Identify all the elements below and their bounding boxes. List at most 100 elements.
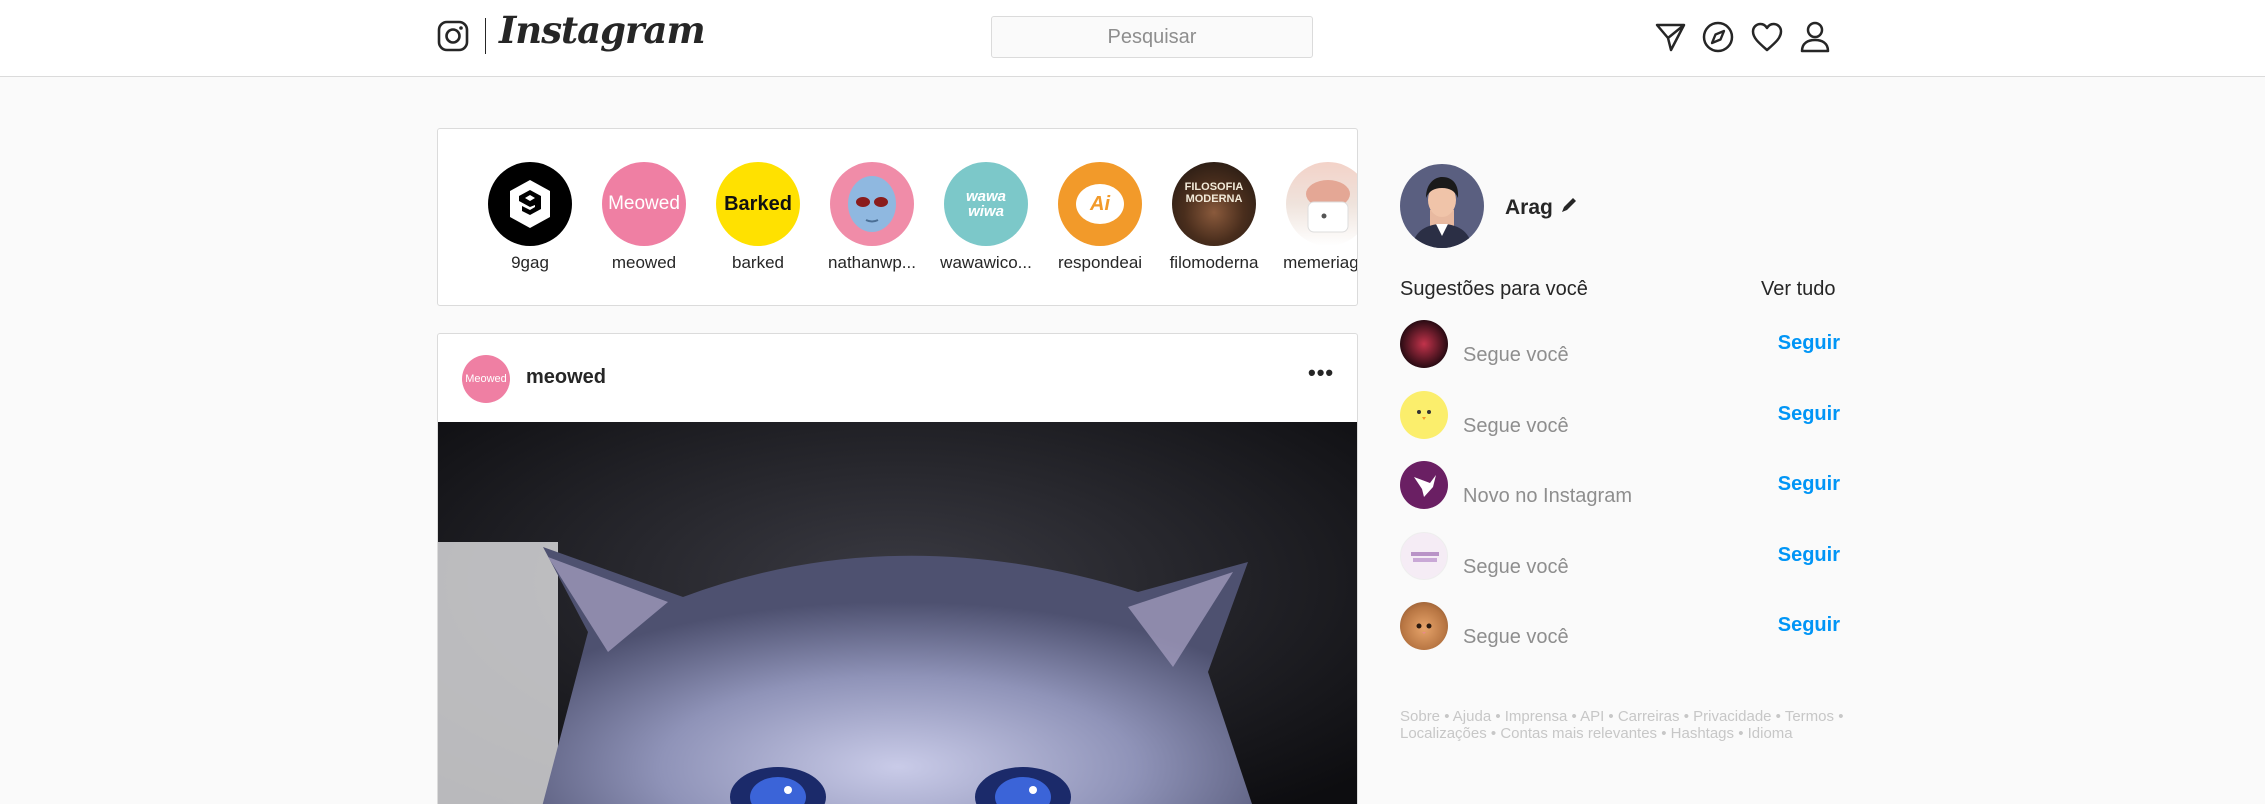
heart-icon[interactable] — [1749, 19, 1785, 55]
suggestion-row: Segue você Seguir — [1400, 320, 1840, 370]
suggestion-row: Novo no Instagram Seguir — [1400, 461, 1840, 511]
story-item[interactable]: nathanwp... — [815, 162, 929, 273]
footer-separator: • — [1486, 725, 1501, 742]
suggestion-reason: Segue você — [1463, 415, 1569, 437]
post-avatar[interactable]: Meowed — [462, 355, 510, 403]
profile-icon[interactable] — [1797, 19, 1833, 55]
story-item[interactable]: Ai respondeai — [1043, 162, 1157, 273]
suggestion-row: Segue você Seguir — [1400, 602, 1840, 652]
story-item[interactable]: Barked barked — [701, 162, 815, 273]
story-avatar[interactable]: FILOSOFIA MODERNA — [1172, 162, 1256, 246]
suggestion-avatar[interactable] — [1400, 461, 1448, 509]
story-username: meowed — [611, 253, 677, 272]
search-input[interactable]: Pesquisar — [991, 16, 1313, 58]
suggestion-avatar[interactable] — [1400, 532, 1448, 580]
footer-link[interactable]: Privacidade — [1693, 708, 1771, 725]
footer-link[interactable]: Contas mais relevantes — [1500, 725, 1657, 742]
suggestion-reason: Segue você — [1463, 626, 1569, 648]
instagram-wordmark[interactable]: Instagram — [499, 12, 706, 49]
9gag-logo-icon — [510, 180, 550, 228]
top-navigation-bar: Instagram Pesquisar — [0, 0, 2265, 77]
footer-separator: • — [1604, 708, 1618, 725]
footer-link[interactable]: Sobre — [1400, 708, 1440, 725]
footer-links: Sobre • Ajuda • Imprensa • API • Carreir… — [1400, 708, 1850, 742]
footer-link[interactable]: Ajuda — [1453, 708, 1491, 725]
story-username: filomoderna — [1169, 253, 1259, 272]
follow-button[interactable]: Seguir — [1778, 544, 1840, 567]
more-options-icon[interactable]: ••• — [1308, 360, 1334, 386]
avatar-text: Ai — [1090, 192, 1110, 215]
footer-link[interactable]: Localizações — [1400, 725, 1487, 742]
follow-button[interactable]: Seguir — [1778, 403, 1840, 426]
follow-button[interactable]: Seguir — [1778, 332, 1840, 355]
logo-divider — [485, 18, 486, 54]
text-logo-icon — [1411, 552, 1439, 562]
story-username: nathanwp... — [828, 253, 916, 272]
story-avatar[interactable]: Ai — [1058, 162, 1142, 246]
footer-link[interactable]: Termos — [1785, 708, 1834, 725]
story-username: respondeai — [1057, 253, 1143, 272]
story-username: 9gag — [511, 253, 549, 272]
chick-icon — [1417, 410, 1431, 420]
avatar-text: FILOSOFIA MODERNA — [1184, 181, 1244, 205]
footer-link[interactable]: API — [1580, 708, 1604, 725]
suggestion-reason: Segue você — [1463, 344, 1569, 366]
story-item[interactable]: memeriag... — [1271, 162, 1358, 273]
follow-button[interactable]: Seguir — [1778, 614, 1840, 637]
footer-separator: • — [1491, 708, 1505, 725]
story-item[interactable]: FILOSOFIA MODERNA filomoderna — [1157, 162, 1271, 273]
post-header: Meowed meowed ••• — [438, 334, 1357, 422]
speech-bubble-icon: Ai — [1076, 184, 1124, 224]
story-username: barked — [732, 253, 784, 272]
footer-separator: • — [1834, 708, 1844, 725]
avatar-text: Meowed — [608, 193, 680, 214]
story-item[interactable]: Meowed meowed — [587, 162, 701, 273]
post-image[interactable] — [438, 422, 1357, 804]
feed-post: Meowed meowed ••• — [437, 333, 1358, 804]
footer-link[interactable]: Idioma — [1748, 725, 1793, 742]
follow-button[interactable]: Seguir — [1778, 473, 1840, 496]
avatar-text: Meowed — [465, 373, 507, 385]
story-avatar[interactable]: Meowed — [602, 162, 686, 246]
footer-separator: • — [1679, 708, 1694, 725]
suggestion-reason: Novo no Instagram — [1463, 485, 1632, 507]
suggestions-title: Sugestões para você — [1400, 278, 1588, 300]
pencil-icon[interactable] — [1559, 195, 1579, 215]
avatar-text: Barked — [724, 192, 792, 215]
story-avatar[interactable]: wawa wiwa — [944, 162, 1028, 246]
instagram-glyph-icon[interactable] — [437, 20, 469, 52]
direct-icon[interactable] — [1652, 19, 1688, 55]
suggestion-avatar[interactable] — [1400, 391, 1448, 439]
hummingbird-icon — [1414, 475, 1436, 497]
footer-link[interactable]: Carreiras — [1618, 708, 1680, 725]
footer-link[interactable]: Hashtags — [1671, 725, 1734, 742]
story-avatar[interactable]: Barked — [716, 162, 800, 246]
current-user-avatar[interactable] — [1400, 164, 1484, 248]
footer-separator: • — [1567, 708, 1581, 725]
kitten-icon — [1416, 623, 1432, 634]
footer-separator: • — [1657, 725, 1671, 742]
story-item[interactable]: 9gag — [473, 162, 587, 273]
see-all-link[interactable]: Ver tudo — [1761, 278, 1836, 301]
meme-illustration-icon — [1306, 180, 1350, 233]
story-avatar[interactable] — [1286, 162, 1357, 246]
post-username[interactable]: meowed — [526, 366, 606, 389]
story-avatar[interactable] — [488, 162, 572, 246]
suggestion-avatar[interactable] — [1400, 320, 1448, 368]
story-item[interactable]: wawa wiwa wawawico... — [929, 162, 1043, 273]
footer-link[interactable]: Imprensa — [1505, 708, 1568, 725]
story-username: wawawico... — [940, 253, 1032, 272]
suggestion-row: Segue você Seguir — [1400, 532, 1840, 582]
explore-icon[interactable] — [1700, 19, 1736, 55]
alien-illustration-icon — [848, 176, 896, 232]
footer-separator: • — [1734, 725, 1748, 742]
current-user-name[interactable]: Arag — [1505, 196, 1553, 220]
story-username: memeriag... — [1283, 253, 1358, 272]
footer-separator: • — [1771, 708, 1785, 725]
suggestion-avatar[interactable] — [1400, 602, 1448, 650]
user-illustration-icon — [1400, 164, 1484, 248]
suggestion-reason: Segue você — [1463, 556, 1569, 578]
avatar-text: wawa wiwa — [965, 188, 1007, 220]
footer-separator: • — [1440, 708, 1453, 725]
story-avatar[interactable] — [830, 162, 914, 246]
